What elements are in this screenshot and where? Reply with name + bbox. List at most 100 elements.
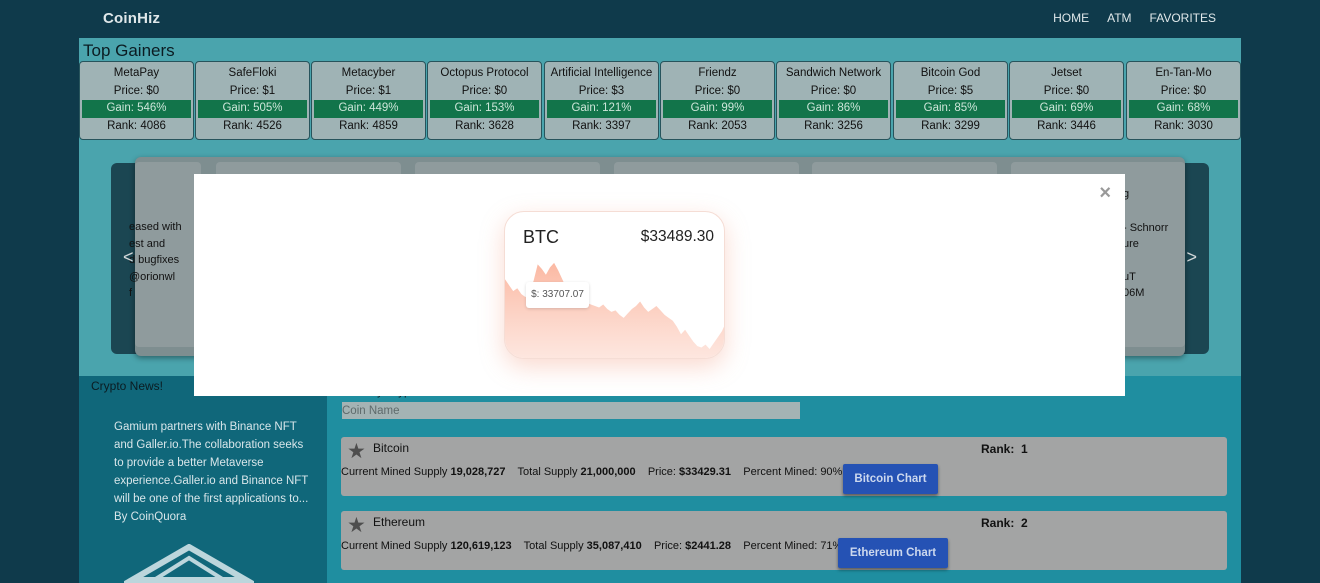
nav-favorites-link[interactable]: FAVORITES — [1150, 11, 1216, 25]
chart-modal: × BTC $33489.30 $: 33707.07 — [194, 174, 1125, 396]
gainer-card[interactable]: MetaPay Price: $0 Gain: 546% Rank: 4086 — [79, 61, 194, 140]
gainer-name: Metacyber — [341, 67, 396, 79]
ethereum-chart-button[interactable]: Ethereum Chart — [838, 538, 948, 568]
gainer-name: MetaPay — [113, 67, 160, 79]
news-article-text: Gamium partners with Binance NFT and Gal… — [114, 421, 309, 505]
gainer-rank: Rank: 3446 — [1037, 119, 1096, 132]
rank-value: 1 — [1021, 442, 1028, 456]
chart-area-series — [505, 262, 724, 358]
coin-name: Bitcoin — [373, 441, 410, 455]
coin-search-input[interactable] — [342, 402, 800, 419]
gainer-rank: Rank: 3256 — [804, 119, 863, 132]
gainer-card[interactable]: Artificial Intelligence Price: $3 Gain: 12… — [544, 61, 659, 140]
gainer-price: Price: $0 — [1043, 84, 1090, 97]
carousel-text-line: ure — [1123, 238, 1139, 250]
gainer-gain: Gain: 546% — [82, 100, 191, 118]
gainer-name: Sandwich Network — [785, 67, 882, 79]
mined-supply-label: Current Mined Supply — [341, 540, 448, 552]
coin-stats: Current Mined Supply 19,028,727 Total Su… — [341, 466, 842, 478]
gainer-name: En-Tan-Mo — [1155, 67, 1212, 79]
carousel-text-line: uT — [1123, 270, 1136, 283]
crypto-news-title: Crypto News! — [91, 379, 164, 393]
gainer-price: Price: $1 — [345, 84, 392, 97]
coin-rank: Rank: 1 — [981, 442, 1028, 456]
news-article[interactable]: Gamium partners with Binance NFT and Gal… — [114, 418, 314, 526]
total-supply-value: 35,087,410 — [586, 540, 642, 552]
carousel-left-text: eased with est and d bugfixes @orionwl f — [129, 219, 182, 302]
gainer-card[interactable]: Jetset Price: $0 Gain: 69% Rank: 3446 — [1009, 61, 1124, 140]
gainer-name: Friendz — [698, 67, 737, 79]
carousel-text-line: - Schnorr — [1123, 221, 1169, 234]
carousel-right-text: g - Schnorr ure uT 06M — [1123, 186, 1168, 302]
carousel-prev-arrow[interactable]: < — [123, 247, 134, 268]
carousel-text-line: @orionwl — [129, 270, 176, 283]
gainer-rank: Rank: 3030 — [1154, 119, 1213, 132]
mined-supply-label: Current Mined Supply — [341, 466, 448, 478]
total-supply-value: 21,000,000 — [580, 466, 636, 478]
crypto-news-panel: Crypto News! Gamium partners with Binanc… — [79, 376, 327, 583]
news-byline: By CoinQuora — [114, 511, 187, 523]
gainer-gain: Gain: 153% — [430, 100, 539, 118]
navbar: CoinHiz HOME ATM FAVORITES — [0, 0, 1320, 38]
top-gainers-row: MetaPay Price: $0 Gain: 546% Rank: 4086 Safe… — [79, 61, 1241, 141]
gainer-rank: Rank: 4526 — [223, 119, 282, 132]
gainer-card[interactable]: SafeFloki Price: $1 Gain: 505% Rank: 4526 — [195, 61, 310, 140]
gainer-name: Bitcoin God — [920, 67, 981, 79]
top-gainers-title: Top Gainers — [83, 41, 175, 60]
favorite-star-icon[interactable]: ★ — [347, 441, 366, 462]
gainer-card[interactable]: Metacyber Price: $1 Gain: 449% Rank: 4859 — [311, 61, 426, 140]
gainer-card[interactable]: En-Tan-Mo Price: $0 Gain: 68% Rank: 3030 — [1126, 61, 1241, 140]
price-label: Price: — [647, 466, 676, 478]
gainer-name: Artificial Intelligence — [550, 67, 653, 79]
gainer-gain: Gain: 68% — [1129, 100, 1238, 118]
carousel-text-line: f — [129, 287, 133, 299]
gainer-price: Price: $5 — [927, 84, 974, 97]
gainer-name: Octopus Protocol — [440, 67, 529, 79]
gainer-price: Price: $0 — [694, 84, 741, 97]
nav-home-link[interactable]: HOME — [1053, 11, 1089, 25]
total-supply-label: Total Supply — [523, 540, 584, 552]
coin-symbol: BTC — [523, 227, 559, 247]
gainer-price: Price: $0 — [113, 84, 160, 97]
rank-value: 2 — [1021, 516, 1028, 530]
coin-name: Ethereum — [373, 515, 426, 529]
bitcoin-chart-button[interactable]: Bitcoin Chart — [843, 464, 938, 494]
rank-label: Rank: — [981, 442, 1015, 456]
gainer-rank: Rank: 3628 — [455, 119, 514, 132]
gainer-card[interactable]: Octopus Protocol Price: $0 Gain: 153% Rank:… — [427, 61, 542, 140]
carousel-next-arrow[interactable]: > — [1186, 247, 1197, 268]
nav-links: HOME ATM FAVORITES — [1053, 11, 1216, 25]
gainer-rank: Rank: 3299 — [921, 119, 980, 132]
coin-stats: Current Mined Supply 120,619,123 Total S… — [341, 540, 842, 552]
total-supply-label: Total Supply — [517, 466, 578, 478]
gainer-card[interactable]: Friendz Price: $0 Gain: 99% Rank: 2053 — [660, 61, 775, 140]
price-value: $2441.28 — [685, 540, 732, 552]
gainer-gain: Gain: 449% — [314, 100, 423, 118]
news-source-logo-icon — [124, 544, 254, 583]
gainer-price: Price: $0 — [461, 84, 508, 97]
gainer-price: Price: $1 — [229, 84, 276, 97]
gainer-name: SafeFloki — [228, 67, 277, 79]
price-label: Price: — [653, 540, 683, 552]
carousel-text-line: g — [1123, 188, 1130, 200]
gainer-card[interactable]: Bitcoin God Price: $5 Gain: 85% Rank: 3299 — [893, 61, 1008, 140]
gainer-gain: Gain: 99% — [663, 100, 772, 118]
nav-atm-link[interactable]: ATM — [1107, 11, 1131, 25]
percent-mined-label: Percent Mined: — [743, 466, 818, 478]
coin-card-bitcoin: ★ Bitcoin Rank: 1 Current Mined Supply 1… — [341, 437, 1227, 496]
price-value: $33429.31 — [679, 466, 732, 478]
close-icon[interactable]: × — [1099, 182, 1111, 205]
favorite-star-icon[interactable]: ★ — [347, 515, 366, 536]
mined-supply-value: 120,619,123 — [450, 540, 512, 552]
carousel-text-line: 06M — [1123, 287, 1145, 299]
mined-supply-value: 19,028,727 — [450, 466, 506, 478]
percent-mined-label: Percent Mined: — [743, 540, 818, 552]
gainer-price: Price: $0 — [810, 84, 857, 97]
carousel-text-line: eased with — [129, 221, 182, 233]
gainer-rank: Rank: 3397 — [572, 119, 631, 132]
coin-list-section: Filter by Crypto Name ★ Bitcoin Rank: 1 … — [327, 376, 1241, 583]
brand-logo[interactable]: CoinHiz — [103, 10, 160, 27]
gainer-gain: Gain: 505% — [198, 100, 307, 118]
gainer-rank: Rank: 4086 — [107, 119, 166, 132]
gainer-card[interactable]: Sandwich Network Price: $0 Gain: 86% Rank: … — [776, 61, 891, 140]
